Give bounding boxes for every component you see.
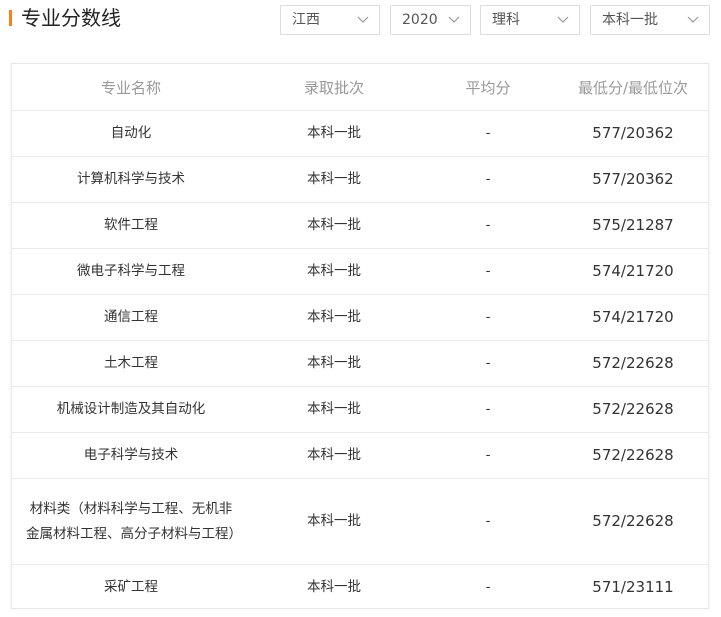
average-score: -: [485, 579, 491, 595]
min-score-rank: 577/20362: [558, 110, 708, 157]
average-score: -: [418, 202, 558, 249]
column-header-average: 平均分: [418, 64, 558, 111]
min-score-rank: 571/23111: [592, 578, 674, 596]
min-score-rank: 572/22628: [558, 340, 708, 387]
major-name: 软件工程: [12, 202, 250, 249]
average-score: -: [418, 156, 558, 203]
major-name: 自动化: [12, 110, 250, 157]
min-score-rank: 575/21287: [558, 202, 708, 249]
admission-batch: 本科一批: [250, 478, 418, 565]
major-name: 土木工程: [12, 340, 250, 387]
table-row: 软件工程 本科一批 - 575/21287: [12, 202, 708, 249]
table-row: 材料类（材料科学与工程、无机非金属材料工程、高分子材料与工程） 本科一批 - 5…: [12, 478, 708, 565]
major-name: 通信工程: [12, 294, 250, 341]
min-score-rank: 574/21720: [558, 294, 708, 341]
admission-batch: 本科一批: [250, 294, 418, 341]
column-header-major: 专业名称: [12, 64, 250, 111]
major-name: 计算机科学与技术: [12, 156, 250, 203]
title-accent-bar: [9, 10, 12, 26]
major-name: 机械设计制造及其自动化: [12, 386, 250, 433]
admission-batch: 本科一批: [250, 202, 418, 249]
admission-batch: 本科一批: [307, 579, 361, 595]
average-score: -: [418, 478, 558, 565]
table-row: 计算机科学与技术 本科一批 - 577/20362: [12, 156, 708, 203]
min-score-rank: 577/20362: [558, 156, 708, 203]
admission-batch: 本科一批: [250, 432, 418, 479]
major-name: 采矿工程: [104, 579, 158, 595]
min-score-rank: 572/22628: [558, 478, 708, 565]
page-title: 专业分数线: [21, 6, 121, 30]
province-select-value: 江西: [292, 12, 320, 28]
subject-select[interactable]: 理科: [480, 5, 580, 35]
batch-select-value: 本科一批: [602, 12, 658, 28]
chevron-down-icon: [557, 16, 569, 23]
admission-batch: 本科一批: [250, 340, 418, 387]
admission-batch: 本科一批: [250, 248, 418, 295]
average-score: -: [418, 294, 558, 341]
table-header-row: 专业名称 录取批次 平均分 最低分/最低位次: [12, 64, 708, 111]
page-header: 专业分数线 江西 2020 理科 本科一批: [0, 0, 721, 44]
chevron-down-icon: [448, 16, 460, 23]
table-row: 机械设计制造及其自动化 本科一批 - 572/22628: [12, 386, 708, 433]
average-score: -: [418, 386, 558, 433]
table-row: 通信工程 本科一批 - 574/21720: [12, 294, 708, 341]
min-score-rank: 574/21720: [558, 248, 708, 295]
average-score: -: [418, 248, 558, 295]
major-name: 微电子科学与工程: [12, 248, 250, 295]
province-select[interactable]: 江西: [280, 5, 380, 35]
table-row: 采矿工程 本科一批 - 571/23111: [12, 565, 708, 611]
year-select[interactable]: 2020: [390, 5, 471, 35]
min-score-rank: 572/22628: [558, 432, 708, 479]
average-score: -: [418, 432, 558, 479]
average-score: -: [418, 340, 558, 387]
chevron-down-icon: [357, 16, 369, 23]
min-score-rank: 572/22628: [558, 386, 708, 433]
table-row: 自动化 本科一批 - 577/20362: [12, 110, 708, 157]
chevron-down-icon: [687, 16, 699, 23]
batch-select[interactable]: 本科一批: [590, 5, 710, 35]
column-header-min-score-rank: 最低分/最低位次: [558, 64, 708, 111]
admission-batch: 本科一批: [250, 156, 418, 203]
subject-select-value: 理科: [492, 12, 520, 28]
table-row: 微电子科学与工程 本科一批 - 574/21720: [12, 248, 708, 295]
admission-batch: 本科一批: [250, 386, 418, 433]
score-table-container: 专业名称 录取批次 平均分 最低分/最低位次 自动化 本科一批 - 577/20…: [11, 63, 709, 609]
table-row: 电子科学与技术 本科一批 - 572/22628: [12, 432, 708, 479]
average-score: -: [418, 110, 558, 157]
major-name: 材料类（材料科学与工程、无机非金属材料工程、高分子材料与工程）: [12, 478, 250, 565]
year-select-value: 2020: [402, 12, 438, 28]
column-header-batch: 录取批次: [250, 64, 418, 111]
admission-batch: 本科一批: [250, 110, 418, 157]
major-name: 电子科学与技术: [12, 432, 250, 479]
score-table: 专业名称 录取批次 平均分 最低分/最低位次 自动化 本科一批 - 577/20…: [12, 64, 708, 610]
table-row: 土木工程 本科一批 - 572/22628: [12, 340, 708, 387]
